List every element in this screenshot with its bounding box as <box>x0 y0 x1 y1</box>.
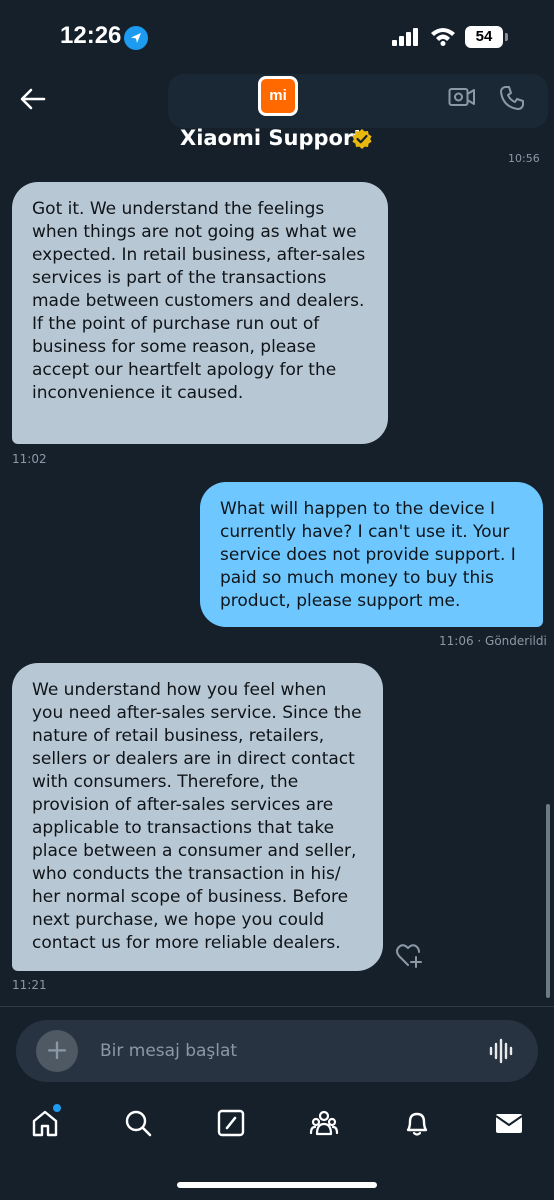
conversation-title[interactable]: Xiaomi Support <box>180 126 363 150</box>
location-icon <box>124 26 148 50</box>
message-input[interactable] <box>100 1036 460 1066</box>
notifications-icon[interactable] <box>402 1108 432 1138</box>
avatar[interactable]: mi <box>258 76 298 116</box>
message-timestamp: 11:02 <box>12 452 47 466</box>
composer-divider <box>0 1006 554 1007</box>
wifi-icon <box>431 28 455 46</box>
status-bar: 12:26 54 <box>0 0 554 70</box>
signal-icon <box>392 28 418 46</box>
video-call-icon[interactable] <box>448 86 476 108</box>
phone-icon[interactable] <box>498 84 526 112</box>
plus-icon: + <box>45 1033 69 1066</box>
message-timestamp: 11:21 <box>12 978 47 992</box>
home-indicator[interactable] <box>177 1182 377 1188</box>
partial-timestamp: 10:56 <box>508 152 540 165</box>
search-icon[interactable] <box>123 1108 153 1138</box>
avatar-logo-text: mi <box>269 87 287 104</box>
communities-icon[interactable] <box>309 1108 339 1138</box>
messages-icon[interactable] <box>494 1108 524 1138</box>
add-media-button[interactable]: + <box>36 1030 78 1072</box>
battery-icon: 54 <box>465 26 503 48</box>
verified-badge-icon <box>352 129 372 149</box>
scrollbar[interactable] <box>546 804 550 998</box>
conversation-header: mi Xiaomi Support <box>0 70 554 162</box>
compose-icon[interactable] <box>216 1108 246 1138</box>
battery-tip <box>505 33 508 41</box>
header-backdrop <box>168 74 548 128</box>
status-time: 12:26 <box>60 22 122 49</box>
add-reaction-icon[interactable] <box>395 943 423 969</box>
bottom-tab-bar <box>0 1100 554 1150</box>
sent-message-bubble[interactable]: What will happen to the device I current… <box>200 482 543 627</box>
back-arrow-icon[interactable] <box>18 84 48 114</box>
message-timestamp-status: 11:06 · Gönderildi <box>439 634 547 648</box>
message-composer: + <box>16 1020 538 1082</box>
received-message-bubble[interactable]: We understand how you feel when you need… <box>12 663 383 971</box>
voice-message-icon[interactable] <box>488 1038 516 1064</box>
home-icon[interactable] <box>30 1108 60 1138</box>
received-message-bubble[interactable]: Got it. We understand the feelings when … <box>12 182 388 444</box>
home-notification-dot <box>53 1104 61 1112</box>
